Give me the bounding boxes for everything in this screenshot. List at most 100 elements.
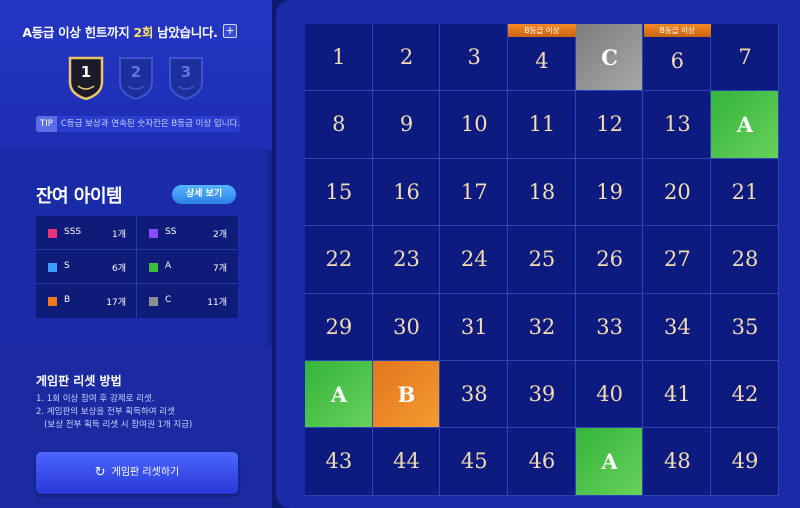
cell-label: 26 — [596, 247, 623, 272]
cell-label: 39 — [528, 382, 556, 406]
cell-label: A — [601, 449, 618, 475]
remaining-items-title: 잔여 아이템 — [36, 186, 123, 207]
board-cell[interactable]: 48 — [643, 428, 712, 496]
board-cell[interactable]: 1 — [305, 24, 373, 92]
cell-label: 1 — [332, 45, 346, 69]
remaining-items-table: SSS 1개 SS 2개 S 6개 A 7개 B 17개 C 11개 — [36, 216, 238, 318]
grade-swatch — [48, 229, 57, 238]
board-cell[interactable]: 11 — [508, 91, 576, 159]
reset-board-button[interactable]: ↻ 게임판 리셋하기 — [36, 452, 238, 494]
board-cell[interactable]: 40 — [575, 361, 644, 429]
cell-label: 20 — [663, 179, 691, 204]
reset-description: 1. 1회 이상 참여 후 강제로 리셋. 2. 게임판의 보상을 전부 획득하… — [36, 394, 193, 430]
cell-label: 32 — [528, 314, 556, 339]
board-cell[interactable]: 15 — [305, 158, 373, 227]
board-cell[interactable]: 31 — [440, 293, 509, 361]
board-cell[interactable]: 3 — [440, 24, 509, 92]
item-c: C 11개 — [137, 284, 237, 317]
cell-label: 24 — [460, 247, 488, 272]
board-cell[interactable]: B등급 이상 4 — [508, 24, 576, 92]
cell-label: 6 — [670, 49, 685, 73]
board-cell[interactable]: 25 — [508, 226, 576, 294]
item-a: A 7개 — [137, 250, 237, 284]
board-cell[interactable]: 33 — [575, 293, 644, 361]
refresh-icon: ↻ — [94, 465, 106, 480]
board-cell[interactable]: 19 — [575, 158, 644, 227]
grade-swatch — [149, 297, 158, 306]
cell-label: 25 — [528, 247, 556, 272]
board-cell[interactable]: 18 — [508, 158, 576, 227]
cell-label: 43 — [325, 449, 353, 474]
cell-label: 33 — [596, 314, 623, 339]
board-cell[interactable]: 16 — [372, 158, 441, 227]
item-sss: SSS 1개 — [36, 216, 136, 250]
cell-label: 12 — [596, 112, 623, 137]
cell-label: 41 — [663, 382, 691, 406]
board-cell[interactable]: 32 — [508, 293, 576, 361]
item-b: B 17개 — [36, 284, 136, 317]
tip-text: C등급 보상과 연속된 숫자칸은 B등급 이상 입니다. — [60, 119, 240, 129]
tip-bar: TIP C등급 보상과 연속된 숫자칸은 B등급 이상 입니다. — [36, 116, 240, 132]
board-cell[interactable]: 35 — [711, 293, 779, 361]
board-cell[interactable]: 21 — [711, 158, 779, 227]
board-cell[interactable]: 2 — [372, 24, 441, 92]
board-cell[interactable]: 34 — [643, 293, 712, 361]
board-cell[interactable]: 20 — [643, 158, 712, 227]
board-cell[interactable]: 30 — [372, 293, 441, 361]
board-cell-opened[interactable]: A — [305, 361, 373, 429]
board-cell[interactable]: 22 — [305, 226, 373, 294]
board-cell[interactable]: 42 — [711, 361, 779, 429]
board-cell[interactable]: 13 — [643, 91, 712, 159]
board-cell[interactable]: 26 — [575, 226, 644, 294]
board-cell[interactable]: 44 — [372, 428, 441, 496]
board-cell[interactable]: 43 — [305, 428, 373, 496]
item-s: S 6개 — [36, 250, 136, 284]
board-cell[interactable]: 49 — [711, 428, 779, 496]
cell-label: 17 — [460, 179, 488, 204]
board-cell-opened[interactable]: C — [575, 24, 644, 92]
board-cell[interactable]: 12 — [575, 91, 644, 159]
cell-label: A — [330, 382, 347, 407]
cell-label: 16 — [393, 179, 420, 204]
cell-label: 21 — [731, 179, 759, 204]
cell-label: 23 — [393, 247, 420, 272]
cell-label: 48 — [663, 449, 691, 474]
board-cell[interactable]: 8 — [305, 91, 373, 159]
board-cell-opened[interactable]: A — [711, 91, 779, 159]
cell-label: 49 — [731, 449, 759, 474]
reset-title: 게임판 리셋 방법 — [36, 374, 122, 388]
reset-section: 게임판 리셋 방법 1. 1회 이상 참여 후 강제로 리셋. 2. 게임판의 … — [0, 346, 272, 508]
board-cell[interactable]: 17 — [440, 158, 509, 227]
left-panel: A등급 이상 힌트까지 2회 남았습니다. + 1 2 3 TIP C등급 보상과… — [0, 0, 272, 508]
board-cell[interactable]: 45 — [440, 428, 509, 496]
grade-swatch — [48, 297, 57, 306]
cell-label: 40 — [596, 382, 623, 406]
cell-label: 34 — [663, 314, 691, 339]
cell-label: 28 — [731, 247, 759, 272]
board-cell[interactable]: B등급 이상 6 — [643, 24, 712, 92]
board-cell[interactable]: 24 — [440, 226, 509, 294]
cell-label: 11 — [528, 112, 556, 137]
board-cell[interactable]: 38 — [440, 361, 509, 429]
board-cell[interactable]: 7 — [711, 24, 779, 92]
grade-swatch — [149, 263, 158, 272]
detail-view-button[interactable]: 상세 보기 — [172, 185, 236, 204]
hint-badges: 1 2 3 — [62, 54, 212, 106]
cell-label: 13 — [663, 112, 691, 137]
cell-label: 31 — [460, 314, 488, 339]
board-cell[interactable]: 9 — [372, 91, 441, 159]
board-cell[interactable]: 23 — [372, 226, 441, 294]
cell-label: 19 — [596, 179, 623, 204]
board-cell[interactable]: 28 — [711, 226, 779, 294]
board-cell[interactable]: 39 — [508, 361, 576, 429]
hint-plus-button[interactable]: + — [223, 24, 237, 38]
board-cell[interactable]: 29 — [305, 293, 373, 361]
board-cell-opened[interactable]: B — [372, 361, 441, 429]
hint-section: A등급 이상 힌트까지 2회 남았습니다. + 1 2 3 TIP C등급 보상과… — [0, 0, 272, 150]
board-cell-opened[interactable]: A — [575, 428, 644, 496]
board-cell[interactable]: 10 — [440, 91, 509, 159]
board-cell[interactable]: 27 — [643, 226, 712, 294]
board-cell[interactable]: 41 — [643, 361, 712, 429]
cell-label: 4 — [535, 49, 549, 73]
board-cell[interactable]: 46 — [508, 428, 576, 496]
